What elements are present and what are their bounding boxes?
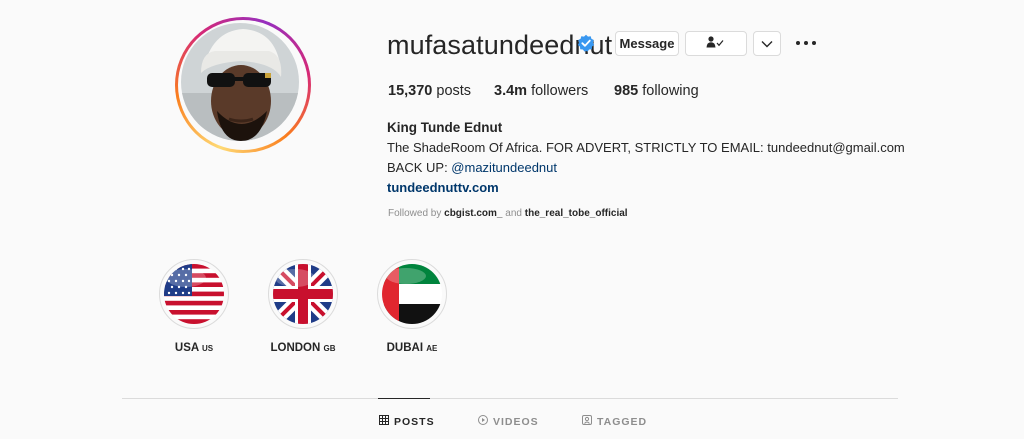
gb-flag-icon [273,264,333,324]
chevron-down-icon [761,36,773,51]
posts-stat: 15,370 posts [388,83,471,99]
highlight-label: USA US [134,342,254,354]
followers-stat[interactable]: 3.4m followers [494,83,588,99]
highlight-title: DUBAI [386,342,424,354]
person-check-icon [706,36,726,51]
followed-by-prefix: Followed by [388,208,445,219]
highlight-code: GB [323,344,336,353]
tab-tagged[interactable]: TAGGED [582,415,647,428]
grid-icon [379,415,389,428]
tag-icon [582,415,592,428]
profile-avatar-ring[interactable] [175,17,311,153]
tab-videos[interactable]: VIDEOS [478,415,539,428]
highlight-dubai[interactable]: DUBAI AE [377,259,447,354]
highlight-code: US [201,344,214,353]
highlight-usa[interactable]: USA US [159,259,229,354]
followers-label: followers [531,83,589,99]
bio-backup-line: BACK UP: @mazitundeednut [387,160,557,175]
verified-badge-icon [577,34,595,52]
highlight-label: DUBAI AE [352,342,472,354]
tab-label: VIDEOS [493,415,539,428]
highlight-title: LONDON [270,342,321,354]
more-options-icon[interactable] [796,35,816,51]
ae-flag-icon [382,264,442,324]
highlight-title: USA [174,342,199,354]
posts-label: posts [436,83,472,99]
highlight-ring [268,259,338,329]
following-count: 985 [614,83,639,99]
followed-by-user[interactable]: the_real_tobe_official [525,208,628,219]
active-tab-indicator [378,398,430,399]
more-dot [804,41,808,45]
bio-backup-prefix: BACK UP: [387,160,452,175]
highlight-london[interactable]: LONDON GB [268,259,338,354]
posts-count: 15,370 [388,83,433,99]
followed-by-and: and [502,208,525,219]
following-stat[interactable]: 985 following [614,83,699,99]
followers-count: 3.4m [494,83,528,99]
highlight-label: LONDON GB [243,342,363,354]
tab-label: POSTS [394,415,435,428]
message-button[interactable]: Message [615,31,679,56]
profile-full-name: King Tunde Ednut [387,120,503,135]
bio-line: The ShadeRoom Of Africa. FOR ADVERT, STR… [387,140,905,155]
more-dot [796,41,800,45]
tabs-divider [122,398,898,399]
tab-posts[interactable]: POSTS [379,415,435,428]
tab-label: TAGGED [597,415,648,428]
highlight-ring [159,259,229,329]
more-dot [812,41,816,45]
website-link[interactable]: tundeednuttv.com [387,180,499,195]
us-flag-icon [164,264,224,324]
following-label: following [642,83,699,99]
following-button[interactable] [685,31,747,56]
profile-avatar[interactable] [181,23,299,141]
mention-link[interactable]: @mazitundeednut [451,160,557,175]
suggested-accounts-button[interactable] [753,31,781,56]
highlight-code: AE [426,344,438,353]
play-icon [478,415,488,428]
followed-by: Followed by cbgist.com_ and the_real_tob… [388,208,628,219]
highlight-ring [377,259,447,329]
followed-by-user[interactable]: cbgist.com_ [444,208,502,219]
